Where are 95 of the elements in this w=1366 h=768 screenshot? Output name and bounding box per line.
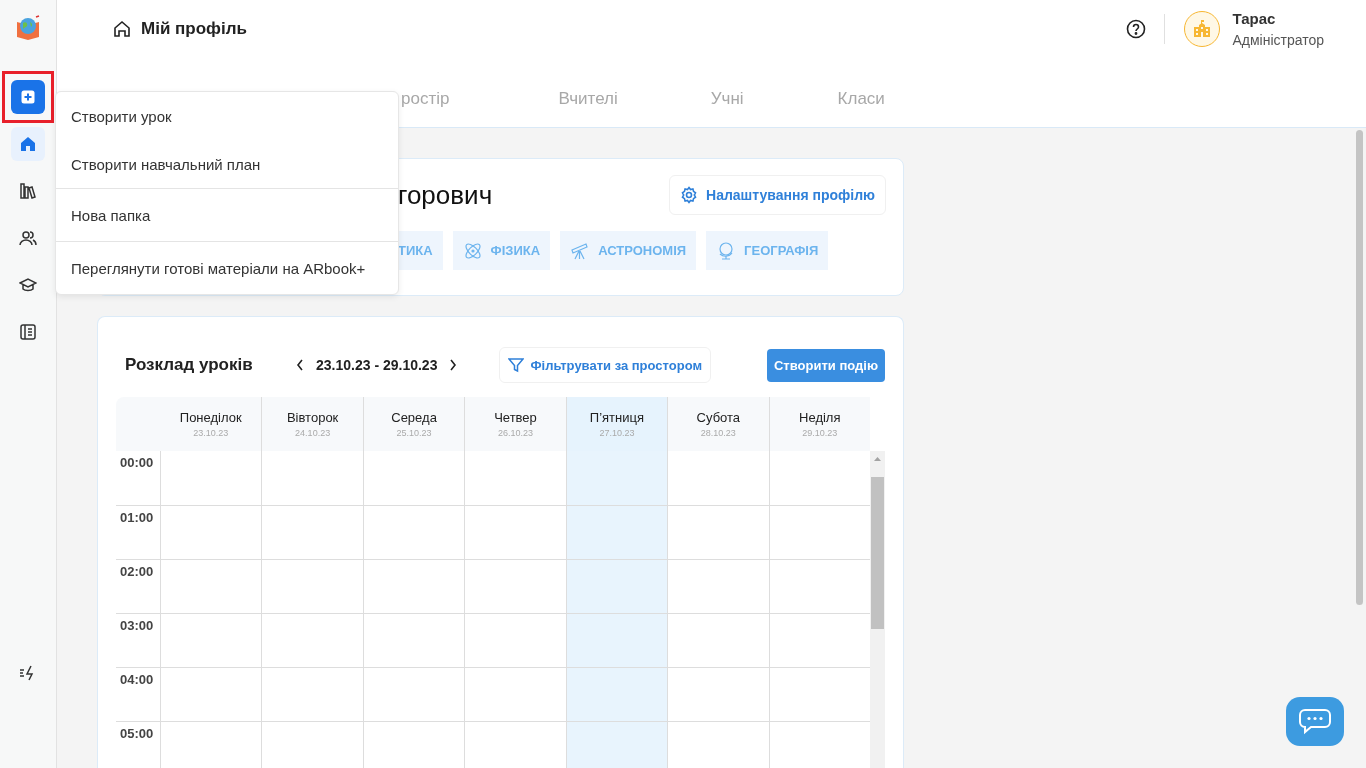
calendar-cell[interactable] (261, 721, 363, 768)
settings-icon (680, 186, 699, 204)
help-icon[interactable] (1126, 19, 1147, 39)
telescope-icon (570, 240, 591, 261)
user-name: Тарас (1232, 10, 1277, 27)
calendar-cell[interactable] (362, 667, 465, 721)
scroll-up-icon (874, 456, 881, 461)
schedule-title: Розклад уроків (125, 355, 254, 375)
calendar-cell[interactable] (160, 613, 262, 667)
tag-label: АСТРОНОМІЯ (598, 243, 687, 258)
create-event-button[interactable]: Створити подію (767, 348, 885, 382)
calendar-cell[interactable] (160, 559, 262, 613)
date-range: 23.10.23 - 29.10.23 (316, 357, 438, 373)
calendar-cell[interactable] (160, 667, 262, 721)
home-icon (19, 135, 37, 153)
calendar-cell[interactable] (667, 613, 769, 667)
hour-label: 01:00 (116, 505, 160, 559)
logo-icon (14, 14, 42, 42)
tab[interactable]: Вчителі (558, 88, 618, 109)
profile-settings-button[interactable]: Налаштування профілю (669, 175, 886, 215)
day-date: 29.10.23 (802, 428, 838, 438)
calendar-cell[interactable] (261, 559, 363, 613)
chat-bubble-icon (1299, 707, 1331, 736)
calendar-cell[interactable] (160, 721, 262, 768)
tab[interactable]: ростір (401, 88, 450, 109)
calendar-cell[interactable] (362, 559, 465, 613)
calendar-cell[interactable] (160, 505, 262, 559)
day-name: Четвер (494, 410, 537, 425)
tag-label: ГЕОГРАФІЯ (744, 243, 819, 258)
calendar-cell[interactable] (667, 505, 769, 559)
calendar-cell[interactable] (362, 505, 465, 559)
books-icon (19, 182, 37, 200)
filter-icon (508, 357, 525, 373)
tab[interactable]: Класи (837, 88, 885, 109)
page-title: Мій профіль (141, 19, 247, 39)
calendar-cell[interactable] (464, 721, 566, 768)
user-role: Адміністратор (1232, 32, 1324, 48)
filter-button[interactable]: Фільтрувати за простором (499, 347, 712, 383)
day-date: 24.10.23 (295, 428, 331, 438)
calendar-cell[interactable] (565, 505, 668, 559)
calendar-cell[interactable] (464, 559, 566, 613)
school-building-icon (1192, 19, 1213, 39)
menu-item[interactable]: Переглянути готові матеріали на ARbook+ (56, 244, 398, 292)
calendar-cell[interactable] (565, 613, 668, 667)
day-date: 26.10.23 (497, 428, 533, 438)
calendar-cell[interactable] (565, 559, 668, 613)
home-icon (113, 20, 131, 38)
chevron-left-icon (296, 359, 304, 371)
calendar-cell[interactable] (362, 613, 465, 667)
calendar-cell[interactable] (362, 721, 465, 768)
tab[interactable]: Учні (710, 88, 744, 109)
calendar-cell[interactable] (464, 667, 566, 721)
day-date: 25.10.23 (396, 428, 432, 438)
day-name: Середа (391, 410, 437, 425)
calendar-cell[interactable] (667, 559, 769, 613)
scrollbar[interactable] (870, 451, 885, 768)
day-name: Субота (696, 410, 741, 425)
calendar-cell[interactable] (464, 505, 566, 559)
atom-icon (462, 240, 483, 261)
day-name: Понеділок (179, 410, 242, 425)
people-icon (19, 229, 37, 247)
tag-label: ФІЗИКА (490, 243, 541, 258)
calendar-cell[interactable] (565, 721, 668, 768)
scrollbar[interactable] (1356, 130, 1363, 605)
hour-label: 05:00 (116, 721, 160, 768)
menu-item[interactable]: Створити навчальний план (56, 140, 398, 188)
hour-label: 04:00 (116, 667, 160, 721)
create-button[interactable] (11, 80, 45, 114)
chevron-right-icon (449, 359, 458, 371)
menu-item[interactable]: Нова папка (56, 191, 398, 239)
hour-label: 02:00 (116, 559, 160, 613)
hour-label: 03:00 (116, 613, 160, 667)
chat-button[interactable] (1286, 697, 1344, 746)
profile-name: горович (398, 179, 493, 211)
menu-item[interactable]: Створити урок (56, 92, 398, 140)
day-date: 23.10.23 (193, 428, 229, 438)
calendar-cell[interactable] (464, 613, 566, 667)
calendar-cell[interactable] (261, 613, 363, 667)
plus-icon (21, 90, 35, 104)
notebook-icon (19, 323, 37, 341)
day-date: 28.10.23 (700, 428, 736, 438)
hour-label: 00:00 (119, 454, 155, 472)
day-name: П’ятниця (589, 410, 644, 425)
calendar-cell[interactable] (667, 667, 769, 721)
tag-label: ТИКА (398, 243, 433, 258)
day-name: Вівторок (286, 410, 339, 425)
calendar-cell[interactable] (565, 451, 668, 505)
avatar[interactable] (1184, 11, 1221, 47)
calendar-cell[interactable] (261, 667, 363, 721)
calendar-cell[interactable] (565, 667, 668, 721)
day-name: Неділя (799, 410, 841, 425)
day-date: 27.10.23 (599, 428, 635, 438)
graduation-cap-icon (19, 276, 37, 294)
calendar-cell[interactable] (667, 721, 769, 768)
calendar-cell[interactable] (261, 505, 363, 559)
